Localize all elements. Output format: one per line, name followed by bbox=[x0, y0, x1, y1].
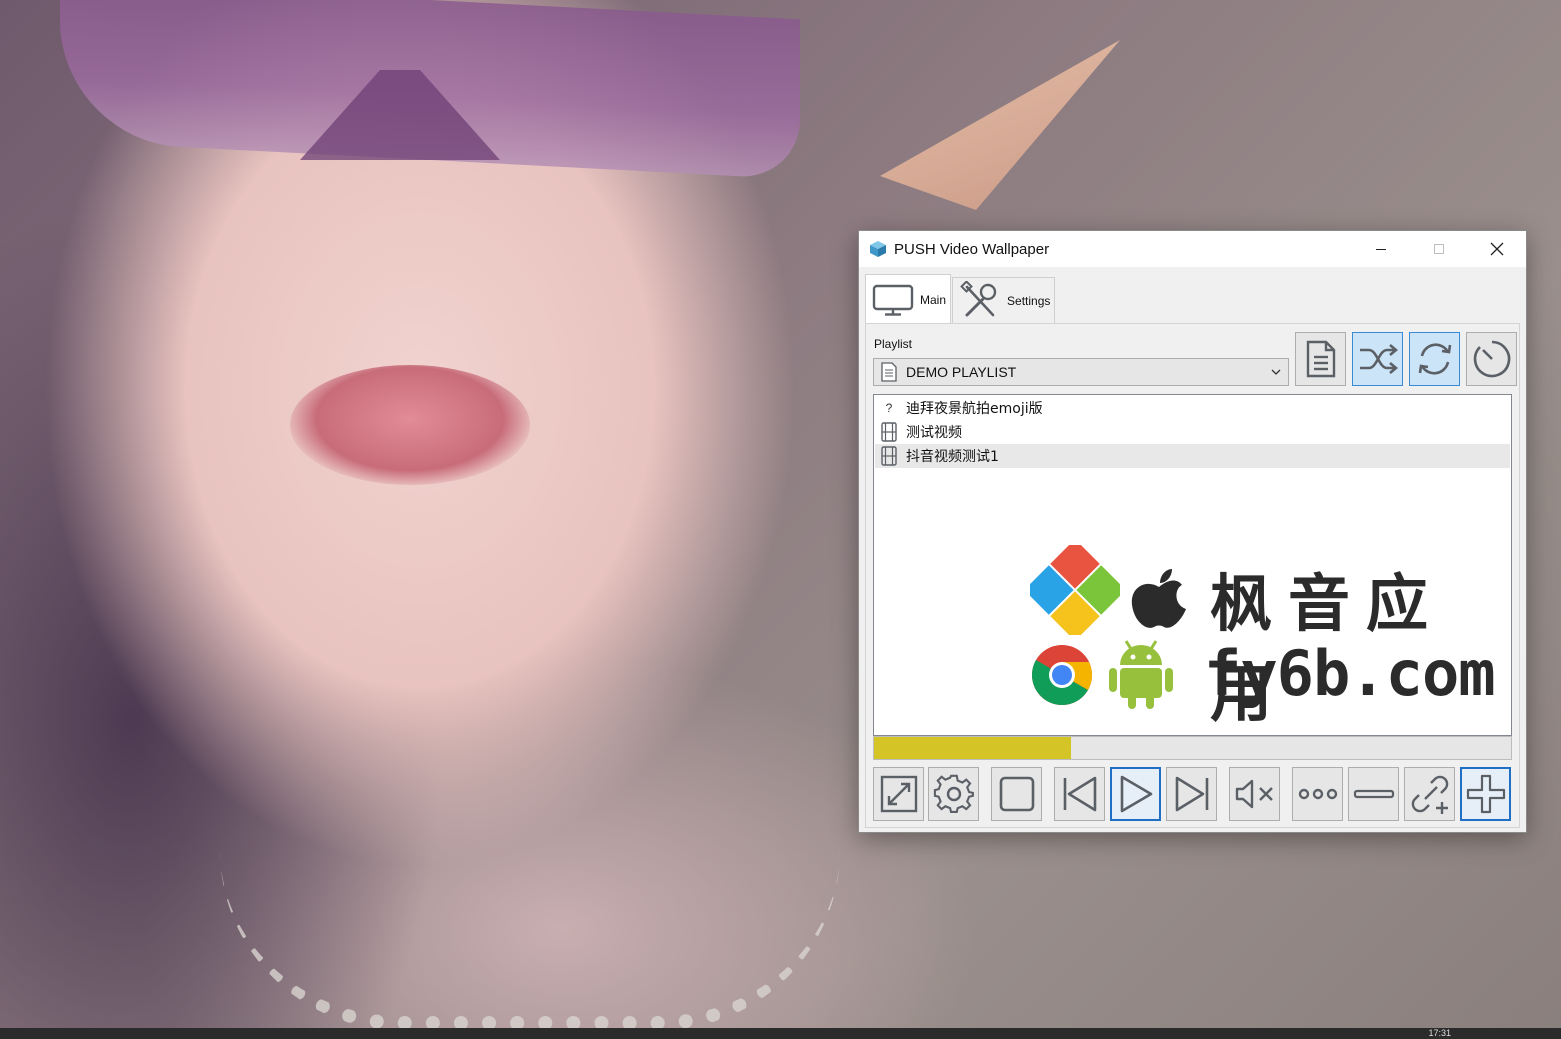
minimize-button[interactable] bbox=[1352, 231, 1410, 267]
document-icon bbox=[880, 362, 898, 382]
tab-main[interactable]: Main bbox=[865, 274, 952, 325]
stop-button[interactable] bbox=[991, 767, 1042, 821]
shuffle-icon bbox=[1359, 344, 1398, 374]
playlist-selected-value: DEMO PLAYLIST bbox=[906, 364, 1017, 380]
document-icon bbox=[1306, 340, 1335, 378]
skip-back-icon bbox=[1063, 776, 1096, 812]
close-button[interactable] bbox=[1468, 231, 1526, 267]
tab-main-label: Main bbox=[920, 293, 947, 307]
question-icon: ? bbox=[885, 401, 893, 415]
list-item[interactable]: 抖音视频测试1 bbox=[875, 444, 1510, 468]
watermark-en-text: fy6b.com bbox=[1204, 637, 1496, 710]
android-logo-icon bbox=[1109, 640, 1173, 709]
plus-icon bbox=[1466, 774, 1505, 814]
expand-icon bbox=[880, 775, 917, 813]
list-item-title: 迪拜夜景航拍emoji版 bbox=[906, 401, 1043, 417]
app-logo-icon bbox=[868, 239, 888, 259]
minimize-icon bbox=[1376, 249, 1386, 250]
close-icon bbox=[1490, 242, 1504, 256]
windows-logo-icon bbox=[1030, 545, 1120, 635]
tab-settings-label: Settings bbox=[1007, 294, 1051, 308]
next-button[interactable] bbox=[1166, 767, 1217, 821]
mute-icon bbox=[1235, 779, 1273, 809]
timer-button[interactable] bbox=[1466, 332, 1517, 386]
add-button[interactable] bbox=[1460, 767, 1511, 821]
gear-icon bbox=[933, 774, 974, 813]
list-item[interactable]: ? 迪拜夜景航拍emoji版 bbox=[875, 396, 1510, 420]
watermark: 枫音应用 fy6b.com bbox=[1030, 545, 1510, 730]
main-panel: Playlist DEMO PLAYLIST ? 迪拜夜景航拍emoji版 测试… bbox=[865, 323, 1520, 828]
playlist-items[interactable]: ? 迪拜夜景航拍emoji版 测试视频 抖音视频测试1 枫音应用 fy6b.co… bbox=[873, 394, 1512, 736]
settings-button[interactable] bbox=[928, 767, 979, 821]
link-add-icon bbox=[1411, 775, 1448, 814]
playlist-doc-button[interactable] bbox=[1295, 332, 1346, 386]
list-item-title: 抖音视频测试1 bbox=[906, 449, 999, 465]
tab-strip: Main Settings bbox=[865, 274, 1056, 325]
title-bar[interactable]: PUSH Video Wallpaper bbox=[859, 231, 1526, 267]
wallpaper-shape bbox=[220, 850, 840, 1030]
monitor-icon bbox=[872, 283, 914, 317]
wallpaper-shape bbox=[290, 365, 530, 485]
chrome-logo-icon bbox=[1031, 645, 1092, 706]
tab-settings[interactable]: Settings bbox=[952, 277, 1056, 324]
film-icon bbox=[877, 422, 901, 442]
progress-fill bbox=[874, 737, 1072, 759]
timer-icon bbox=[1473, 340, 1510, 378]
list-item-title: 测试视频 bbox=[906, 425, 962, 441]
taskbar[interactable]: 17:31 bbox=[0, 1028, 1561, 1039]
film-icon bbox=[877, 446, 901, 466]
playlist-dropdown[interactable]: DEMO PLAYLIST bbox=[873, 358, 1289, 386]
maximize-button[interactable] bbox=[1410, 231, 1468, 267]
tools-icon bbox=[959, 281, 1001, 321]
chevron-down-icon bbox=[1270, 366, 1282, 378]
playlist-label: Playlist bbox=[874, 337, 913, 351]
previous-button[interactable] bbox=[1054, 767, 1105, 821]
wallpaper-shape bbox=[880, 40, 1120, 210]
list-item[interactable]: 测试视频 bbox=[875, 420, 1510, 444]
maximize-icon bbox=[1434, 244, 1444, 254]
remove-button[interactable] bbox=[1348, 767, 1399, 821]
app-window: PUSH Video Wallpaper Main Settings Playl… bbox=[858, 230, 1527, 833]
stop-icon bbox=[999, 776, 1034, 812]
minus-icon bbox=[1353, 789, 1394, 799]
window-title: PUSH Video Wallpaper bbox=[894, 240, 1050, 258]
play-icon bbox=[1120, 775, 1152, 813]
skip-forward-icon bbox=[1175, 776, 1208, 812]
fullscreen-button[interactable] bbox=[873, 767, 924, 821]
mute-button[interactable] bbox=[1229, 767, 1280, 821]
more-button[interactable] bbox=[1292, 767, 1343, 821]
shuffle-button[interactable] bbox=[1352, 332, 1403, 386]
playback-progress[interactable] bbox=[873, 736, 1512, 760]
play-button[interactable] bbox=[1110, 767, 1161, 821]
add-url-button[interactable] bbox=[1404, 767, 1455, 821]
taskbar-clock[interactable]: 17:31 bbox=[1428, 1028, 1451, 1039]
repeat-button[interactable] bbox=[1409, 332, 1460, 386]
repeat-icon bbox=[1418, 343, 1451, 375]
apple-logo-icon bbox=[1131, 569, 1186, 628]
playlist-toolbar bbox=[1295, 332, 1517, 386]
more-icon bbox=[1298, 788, 1337, 800]
